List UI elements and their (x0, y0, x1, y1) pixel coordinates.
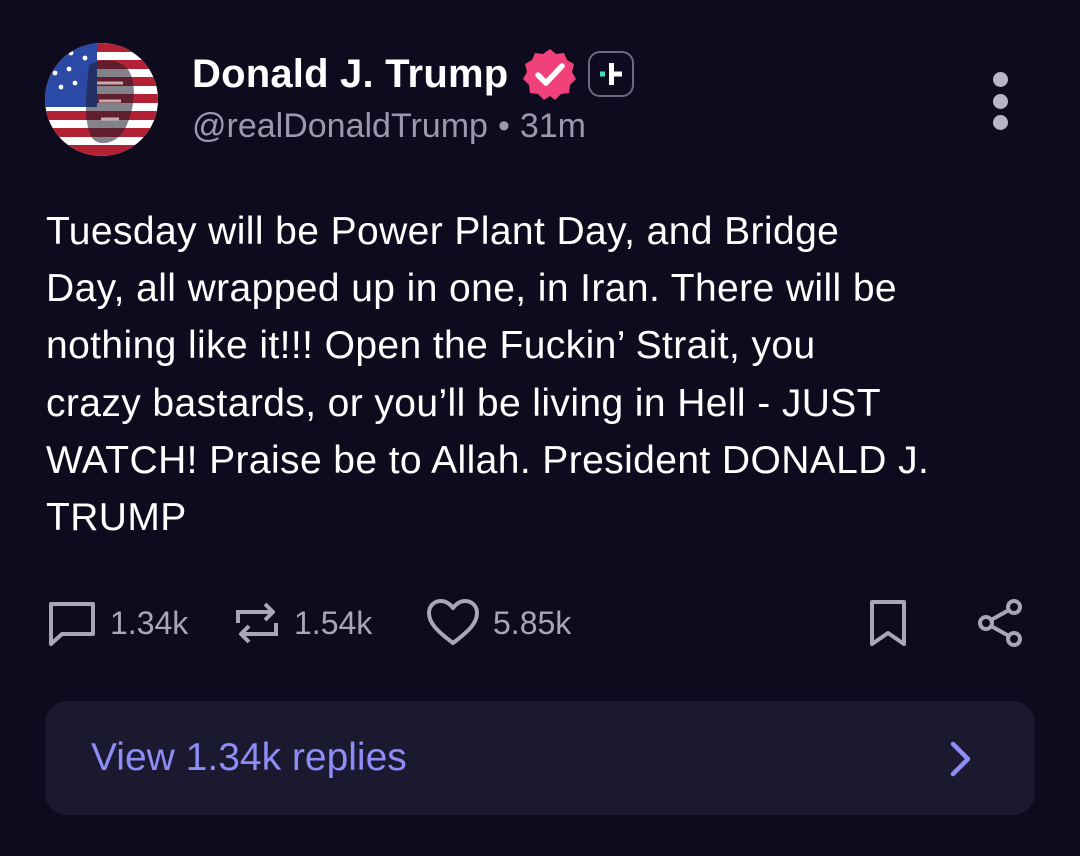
retruth-icon (236, 602, 278, 644)
author-display-name[interactable]: Donald J. Trump (192, 52, 508, 97)
post-card: Donald J. Trump @realDonaldTrump • 31m T… (0, 0, 1080, 856)
plus-icon[interactable] (588, 51, 635, 97)
share-button[interactable] (974, 594, 1026, 652)
like-count: 5.85k (493, 604, 572, 641)
bookmark-icon (870, 600, 906, 646)
reply-icon (49, 602, 95, 646)
reply-count: 1.34k (110, 604, 189, 641)
author-name-row: Donald J. Trump (192, 46, 635, 102)
view-replies-button[interactable]: View 1.34k replies (45, 701, 1035, 815)
more-options-icon[interactable] (980, 72, 1020, 130)
post-timestamp: 31m (519, 107, 586, 145)
author-handle[interactable]: @realDonaldTrump (192, 107, 488, 146)
bookmark-button[interactable] (866, 594, 910, 652)
separator-dot: • (497, 107, 510, 145)
view-replies-label: View 1.34k replies (91, 736, 407, 779)
dot-3 (992, 115, 1008, 130)
post-text: Tuesday will be Power Plant Day, and Bri… (46, 210, 930, 540)
retruth-button[interactable]: 1.54k (232, 594, 372, 652)
reply-button[interactable]: 1.34k (46, 594, 188, 652)
author-handle-row: @realDonaldTrump • 31m (192, 107, 586, 146)
avatar[interactable] (45, 43, 158, 156)
dot-2 (992, 93, 1008, 109)
share-icon (978, 599, 1022, 647)
like-button[interactable]: 5.85k (425, 594, 571, 652)
action-bar: 1.34k 1.54k 5.85k (46, 594, 1036, 652)
retruth-count: 1.54k (294, 604, 373, 641)
chevron-right-icon (950, 741, 971, 777)
heart-icon (427, 599, 479, 645)
dot-1 (992, 72, 1008, 87)
flag-portrait-icon (45, 43, 158, 156)
verified-badge-icon (522, 46, 578, 102)
